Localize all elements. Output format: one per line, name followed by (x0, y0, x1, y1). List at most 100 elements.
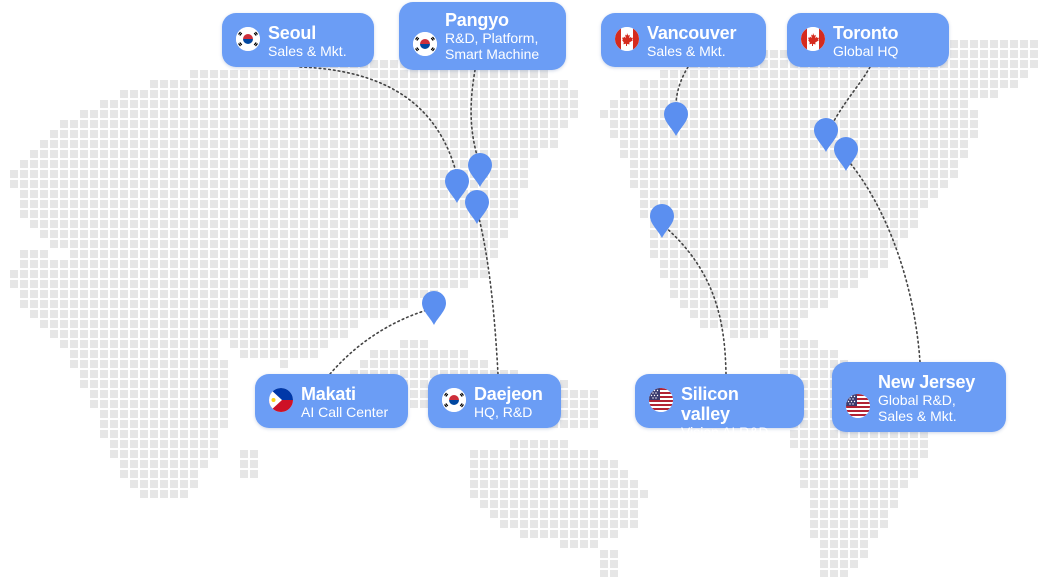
location-pin-icon[interactable] (465, 190, 489, 224)
map-dot (100, 170, 108, 178)
map-dot (260, 140, 268, 148)
map-dot (670, 70, 678, 78)
map-dot (410, 260, 418, 268)
map-dot (930, 130, 938, 138)
map-dot (80, 360, 88, 368)
map-dot (260, 130, 268, 138)
map-dot (790, 70, 798, 78)
map-dot (640, 200, 648, 208)
map-dot (770, 170, 778, 178)
map-dot (790, 330, 798, 338)
map-dot (610, 130, 618, 138)
map-dot (250, 460, 258, 468)
map-dot (380, 130, 388, 138)
map-dot (720, 220, 728, 228)
map-dot (510, 440, 518, 448)
map-dot (300, 150, 308, 158)
map-dot (520, 480, 528, 488)
map-dot (230, 340, 238, 348)
map-dot (930, 90, 938, 98)
map-dot (890, 100, 898, 108)
location-card-silicon-valley[interactable]: Silicon valley Vision AI R&D (635, 374, 804, 440)
map-dot (860, 480, 868, 488)
map-dot (100, 370, 108, 378)
map-dot (900, 70, 908, 78)
map-dot (580, 470, 588, 478)
map-dot (10, 280, 18, 288)
map-dot (150, 460, 158, 468)
map-dot (360, 80, 368, 88)
map-dot (820, 370, 828, 378)
map-dot (620, 90, 628, 98)
map-dot (200, 170, 208, 178)
map-dot (310, 260, 318, 268)
map-dot (890, 180, 898, 188)
map-dot (930, 170, 938, 178)
map-dot (600, 460, 608, 468)
map-dot (170, 320, 178, 328)
map-dot (120, 260, 128, 268)
map-dot (860, 260, 868, 268)
map-dot (690, 160, 698, 168)
map-dot (510, 520, 518, 528)
map-dot (470, 480, 478, 488)
location-card-pangyo[interactable]: Pangyo R&D, Platform, Smart Machine (399, 2, 566, 70)
map-dot (90, 400, 98, 408)
map-dot (780, 310, 788, 318)
map-dot (330, 310, 338, 318)
map-dot (710, 240, 718, 248)
map-dot (690, 140, 698, 148)
map-dot (300, 290, 308, 298)
map-dot (150, 120, 158, 128)
map-dot (70, 160, 78, 168)
map-dot (400, 100, 408, 108)
map-dot (190, 440, 198, 448)
map-dot (90, 380, 98, 388)
map-dot (970, 90, 978, 98)
map-dot (130, 310, 138, 318)
map-dot (880, 520, 888, 528)
map-dot (690, 100, 698, 108)
map-dot (20, 300, 28, 308)
map-dot (800, 350, 808, 358)
map-dot (780, 60, 788, 68)
map-dot (720, 80, 728, 88)
map-dot (430, 240, 438, 248)
map-dot (510, 150, 518, 158)
map-dot (830, 280, 838, 288)
map-dot (560, 380, 568, 388)
map-dot (60, 140, 68, 148)
map-dot (310, 250, 318, 258)
map-dot (520, 150, 528, 158)
location-card-toronto[interactable]: Toronto Global HQ (787, 13, 949, 67)
map-dot (140, 350, 148, 358)
map-dot (320, 230, 328, 238)
location-pin-icon[interactable] (422, 291, 446, 325)
map-dot (320, 70, 328, 78)
location-card-vancouver[interactable]: Vancouver Sales & Mkt. (601, 13, 766, 67)
map-dot (330, 250, 338, 258)
location-card-daejeon[interactable]: Daejeon HQ, R&D (428, 374, 561, 428)
map-dot (750, 190, 758, 198)
location-card-makati[interactable]: Makati AI Call Center (255, 374, 408, 428)
map-dot (810, 250, 818, 258)
map-dot (810, 170, 818, 178)
map-dot (10, 270, 18, 278)
map-dot (130, 280, 138, 288)
map-dot (80, 310, 88, 318)
map-dot (540, 100, 548, 108)
map-dot (40, 260, 48, 268)
map-dot (480, 130, 488, 138)
map-dot (610, 110, 618, 118)
map-dot (800, 140, 808, 148)
map-dot (550, 450, 558, 458)
map-dot (480, 100, 488, 108)
map-dot (70, 340, 78, 348)
location-card-new-jersey[interactable]: New Jersey Global R&D, Sales & Mkt. (832, 362, 1006, 432)
map-dot (50, 130, 58, 138)
location-card-seoul[interactable]: Seoul Sales & Mkt. (222, 13, 374, 67)
map-dot (260, 100, 268, 108)
map-dot (250, 290, 258, 298)
map-dot (160, 210, 168, 218)
map-dot (680, 250, 688, 258)
